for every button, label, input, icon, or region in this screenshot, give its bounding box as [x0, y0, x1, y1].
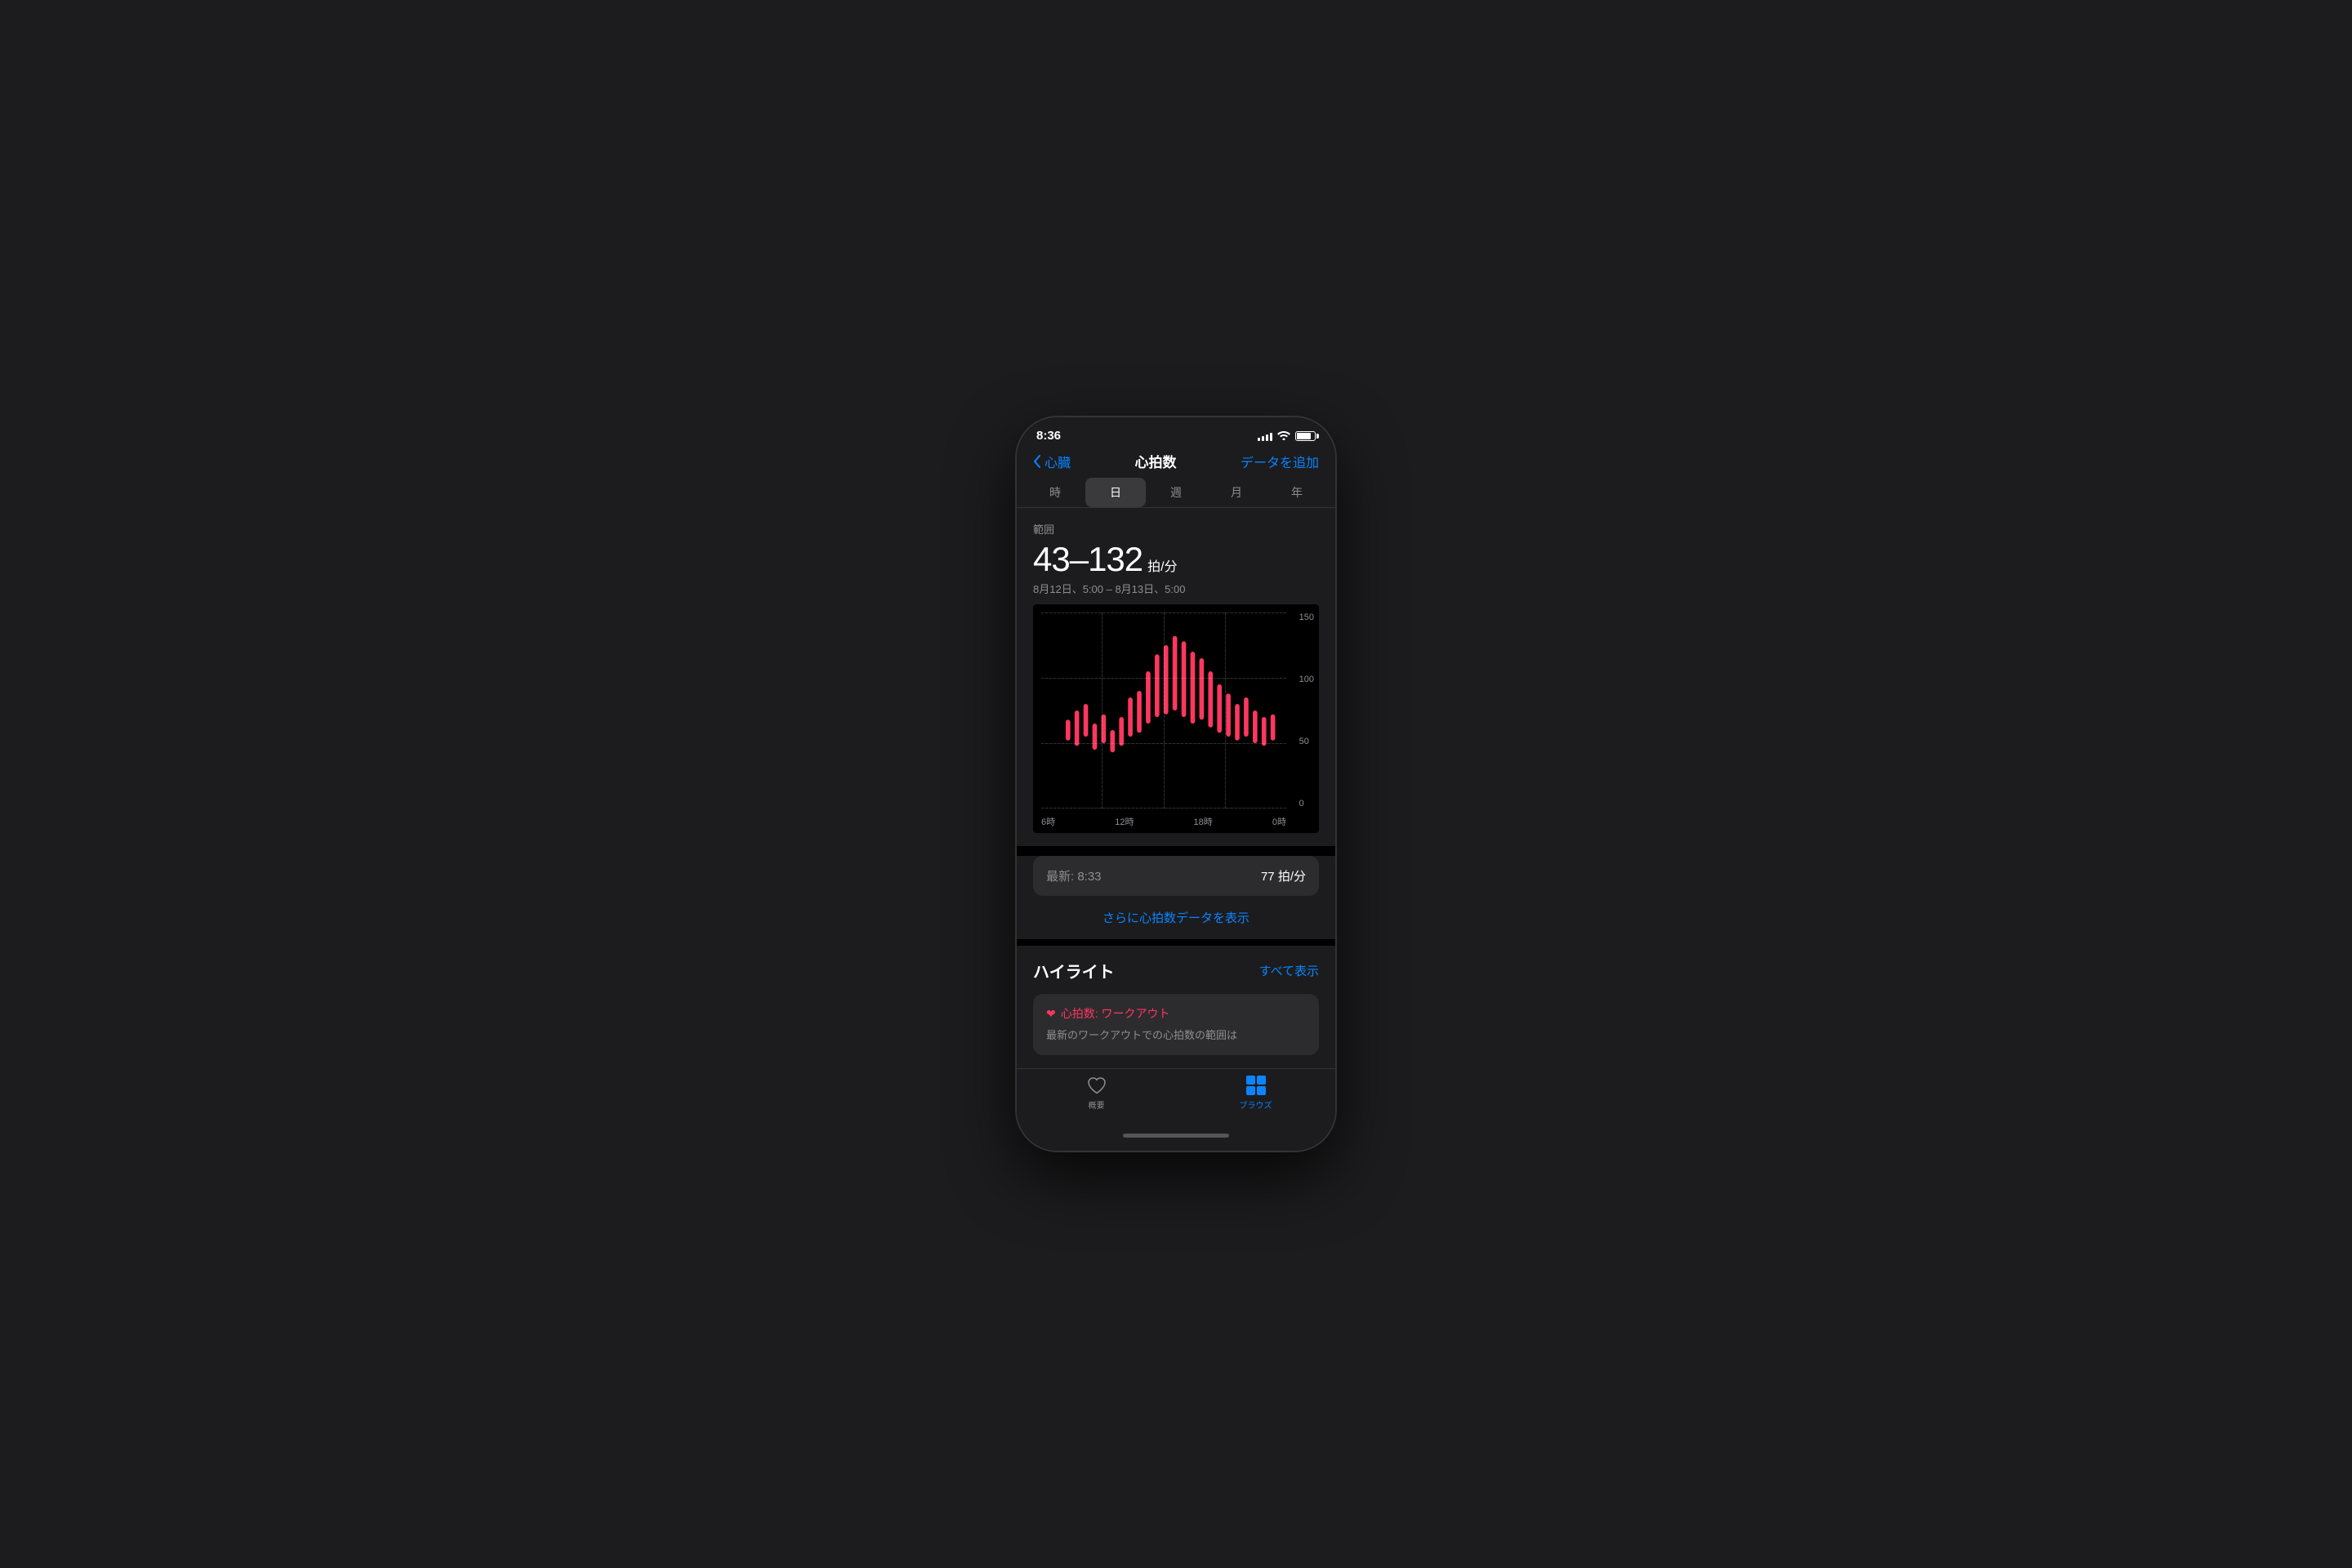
chart-x-labels: 6時 12時 18時 0時: [1041, 815, 1286, 828]
bottom-tab-browse[interactable]: ブラウズ: [1176, 1076, 1335, 1127]
show-more-button[interactable]: さらに心拍数データを表示: [1017, 896, 1335, 939]
heart-icon: ❤: [1046, 1007, 1056, 1021]
status-time: 8:36: [1036, 429, 1061, 443]
x-label-0: 0時: [1272, 815, 1286, 828]
hr-unit: 拍/分: [1147, 555, 1177, 575]
see-all-button[interactable]: すべて表示: [1259, 962, 1319, 979]
y-label-100: 100: [1299, 675, 1314, 684]
status-bar: 8:36: [1017, 417, 1335, 443]
heart-rate-value: 43–132 拍/分: [1033, 540, 1319, 579]
signal-bars-icon: [1258, 431, 1272, 441]
heart-rate-chart: 150 100 50 0 6時 12時 18時 0時: [1033, 604, 1319, 833]
section-divider: [1017, 939, 1335, 946]
nav-bar: 心臓 心拍数 データを追加: [1017, 443, 1335, 478]
grid-browse-icon: [1246, 1076, 1266, 1095]
bottom-tab-bar: 概要 ブラウズ: [1017, 1068, 1335, 1127]
highlights-header: ハイライト すべて表示: [1033, 959, 1319, 982]
home-indicator: [1017, 1127, 1335, 1151]
tab-day[interactable]: 日: [1085, 478, 1146, 507]
show-more-label: さらに心拍数データを表示: [1102, 911, 1250, 925]
highlight-card: ❤ 心拍数: ワークアウト 最新のワークアウトでの心拍数の範囲は: [1033, 994, 1319, 1054]
back-button[interactable]: 心臓: [1033, 452, 1071, 471]
status-icons: [1258, 430, 1316, 443]
battery-icon: [1295, 431, 1316, 441]
page-title: 心拍数: [1135, 451, 1177, 471]
x-label-18: 18時: [1194, 815, 1213, 828]
highlights-title: ハイライト: [1033, 959, 1115, 982]
tab-week[interactable]: 週: [1146, 478, 1206, 507]
content-area: 範囲 43–132 拍/分 8月12日、5:00 – 8月13日、5:00: [1017, 508, 1335, 846]
y-label-150: 150: [1299, 612, 1314, 622]
tab-month[interactable]: 月: [1206, 478, 1267, 507]
chart-y-labels: 150 100 50 0: [1299, 612, 1314, 808]
range-label: 範囲: [1033, 521, 1319, 537]
highlight-card-desc: 最新のワークアウトでの心拍数の範囲は: [1046, 1028, 1306, 1043]
y-label-50: 50: [1299, 737, 1314, 746]
phone-frame: 8:36 心臓: [1017, 417, 1335, 1150]
x-label-12: 12時: [1115, 815, 1134, 828]
latest-label: 最新: 8:33: [1046, 867, 1102, 884]
wifi-icon: [1277, 430, 1290, 443]
chart-svg: [1041, 612, 1286, 808]
highlight-card-title: ❤ 心拍数: ワークアウト: [1046, 1005, 1306, 1022]
back-label: 心臓: [1045, 452, 1071, 471]
y-label-0: 0: [1299, 799, 1314, 808]
period-tab-bar: 時 日 週 月 年: [1017, 478, 1335, 508]
add-data-button[interactable]: データを追加: [1241, 452, 1319, 471]
tab-year[interactable]: 年: [1267, 478, 1327, 507]
latest-reading-card: 最新: 8:33 77 拍/分: [1033, 856, 1319, 896]
home-bar: [1123, 1134, 1229, 1138]
date-range: 8月12日、5:00 – 8月13日、5:00: [1033, 581, 1319, 596]
x-label-6: 6時: [1041, 815, 1055, 828]
browse-tab-label: ブラウズ: [1240, 1098, 1272, 1111]
highlights-section: ハイライト すべて表示 ❤ 心拍数: ワークアウト 最新のワークアウトでの心拍数…: [1017, 946, 1335, 1067]
bottom-tab-summary[interactable]: 概要: [1017, 1076, 1176, 1127]
latest-value: 77 拍/分: [1261, 867, 1306, 884]
heart-outline-icon: [1087, 1076, 1107, 1095]
tab-hour[interactable]: 時: [1025, 478, 1085, 507]
hr-number: 43–132: [1033, 540, 1143, 579]
summary-tab-label: 概要: [1089, 1098, 1105, 1111]
